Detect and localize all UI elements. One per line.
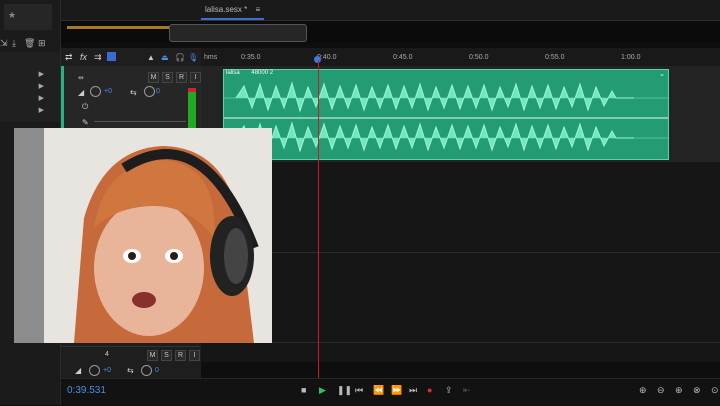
timeline-ruler[interactable]: hms 0:35.0 0:40.0 0:45.0 0:50.0 0:55.0 1… [201, 48, 720, 67]
skip-button[interactable]: ⇤ [463, 385, 471, 396]
import-icon[interactable]: ⇲ [0, 38, 8, 49]
fx-icon[interactable]: fx [80, 52, 87, 62]
track-divider [201, 342, 720, 343]
expand-arrow-icon[interactable]: ▶ [39, 106, 44, 114]
headphones-icon[interactable]: 🎧 [175, 53, 185, 62]
pencil-icon[interactable]: ✎ [82, 118, 89, 127]
mute-button[interactable]: M [148, 72, 159, 83]
save-icon[interactable]: ⤓ [12, 38, 16, 49]
zoom-navigator[interactable] [61, 21, 720, 43]
track-4-header: 4 M S R I ◢ +0 ⇆ 0 [61, 346, 201, 379]
go-to-end-button[interactable]: ⏭ [409, 385, 417, 396]
visible-range-handle[interactable] [169, 24, 307, 42]
overview-waveform [67, 26, 171, 29]
pause-button[interactable]: ❚❚ [337, 385, 352, 396]
metronome-icon[interactable]: ▲ [147, 53, 155, 62]
pan-knob[interactable] [144, 86, 155, 97]
zoom-in-amplitude-icon[interactable]: ⊕ [639, 385, 647, 396]
pan-value[interactable]: 0 [156, 88, 160, 95]
volume-value[interactable]: +0 [104, 88, 112, 95]
power-icon[interactable]: ⏻ [82, 102, 88, 112]
star-icon[interactable]: ★ [8, 10, 16, 21]
ruler-tick: 0:55.0 [545, 54, 565, 61]
panel-header: ★ [4, 4, 52, 30]
ruler-tick: 0:50.0 [469, 54, 489, 61]
expand-arrow-icon[interactable]: ▶ [39, 70, 44, 78]
ruler-unit: hms [204, 54, 218, 61]
time-display[interactable]: 0:39.531 [67, 385, 106, 396]
ruler-tick: 0:35.0 [241, 54, 261, 61]
volume-icon: ◢ [75, 366, 82, 375]
audio-clip[interactable]: lalisa 48000 2 ⌄ [223, 69, 669, 160]
loop-button[interactable]: ⇪ [445, 385, 453, 396]
file-list: ▶ ▶ ▶ ▶ [0, 52, 60, 122]
fast-forward-button[interactable]: ⏩ [391, 385, 402, 396]
track-number: 4 [105, 351, 109, 358]
person-with-headphones-image [14, 128, 272, 343]
collapse-icon[interactable]: ⇹ [78, 74, 84, 82]
record-arm-button[interactable]: R [175, 350, 186, 361]
editor-tabbar: lalisa.sesx * ≡ [61, 0, 720, 21]
clip-title: lalisa 48000 2 [226, 70, 273, 76]
mute-button[interactable]: M [147, 350, 158, 361]
expand-arrow-icon[interactable]: ▶ [39, 82, 44, 90]
volume-icon: ◢ [78, 88, 85, 97]
pan-icon: ⇆ [127, 366, 134, 375]
input-icon[interactable]: ⏏ [161, 53, 169, 62]
monitor-button[interactable]: I [189, 350, 200, 361]
record-arm-button[interactable]: R [176, 72, 187, 83]
track-divider [201, 252, 720, 253]
monitor-button[interactable]: I [190, 72, 201, 83]
level-meter [188, 88, 196, 128]
play-button[interactable]: ▶ [319, 385, 326, 396]
playhead[interactable] [318, 60, 319, 378]
transport-bar: 0:39.531 ■ ▶ ❚❚ ⏮ ⏪ ⏩ ⏭ ● ⇪ ⇤ ⊕ ⊖ ⊕ ⊗ ⊙ [61, 378, 720, 406]
volume-knob[interactable] [90, 86, 101, 97]
solo-button[interactable]: S [162, 72, 173, 83]
clip-icon[interactable]: ⊞ [38, 38, 46, 49]
webcam-overlay [14, 128, 272, 343]
volume-value[interactable]: +0 [103, 367, 111, 374]
mic-icon[interactable]: 🎙 [188, 53, 198, 62]
stop-button[interactable]: ■ [301, 385, 306, 395]
ruler-tick: 0:45.0 [393, 54, 413, 61]
volume-knob[interactable] [89, 365, 100, 376]
tab-session[interactable]: lalisa.sesx * ≡ [201, 2, 265, 20]
clip-info: 48000 2 [251, 70, 274, 76]
pan-value[interactable]: 0 [155, 367, 159, 374]
swap-icon[interactable]: ⇄ [65, 52, 73, 63]
pan-icon: ⇆ [130, 88, 137, 97]
trash-icon[interactable]: 🗑 [24, 38, 35, 49]
sends-icon[interactable]: ⇉ [94, 52, 102, 63]
zoom-out-full-icon[interactable]: ⊗ [693, 385, 701, 396]
pan-knob[interactable] [141, 365, 152, 376]
ruler-tick: 1:00.0 [621, 54, 641, 61]
record-button[interactable]: ● [427, 385, 432, 395]
zoom-in-time-icon[interactable]: ⊕ [675, 385, 683, 396]
automation-lane-line [94, 121, 186, 122]
zoom-out-amplitude-icon[interactable]: ⊖ [657, 385, 665, 396]
go-to-start-button[interactable]: ⏮ [355, 385, 363, 396]
eq-icon[interactable] [107, 52, 116, 61]
solo-button[interactable]: S [161, 350, 172, 361]
empty-track-area[interactable] [201, 162, 720, 362]
waveform [224, 81, 668, 153]
zoom-selection-icon[interactable]: ⊙ [711, 385, 719, 396]
expand-arrow-icon[interactable]: ▶ [39, 94, 44, 102]
tab-label: lalisa.sesx * [205, 5, 248, 14]
rewind-button[interactable]: ⏪ [373, 385, 384, 396]
clip-name: lalisa [226, 70, 240, 76]
clip-menu-icon[interactable]: ⌄ [659, 70, 665, 78]
menu-icon[interactable]: ≡ [255, 5, 260, 14]
